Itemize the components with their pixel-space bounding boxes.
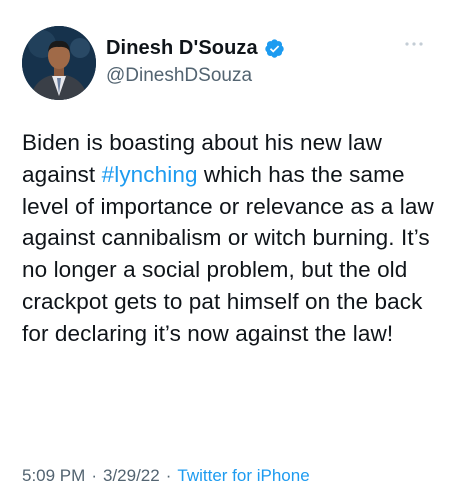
- tweet-header: Dinesh D'Souza @DineshDSouza: [22, 26, 437, 100]
- author-info[interactable]: Dinesh D'Souza @DineshDSouza: [106, 34, 285, 87]
- meta-separator: ·: [165, 466, 172, 485]
- author-name[interactable]: Dinesh D'Souza: [106, 37, 258, 60]
- tweet-time[interactable]: 5:09 PM: [22, 466, 85, 485]
- tweet-card: Dinesh D'Souza @DineshDSouza Biden is bo…: [0, 0, 453, 500]
- meta-separator: ·: [91, 466, 97, 485]
- author-handle[interactable]: @DineshDSouza: [106, 65, 285, 87]
- tweet-text: Biden is boasting about his new law agai…: [22, 127, 442, 350]
- author-name-row: Dinesh D'Souza: [106, 34, 285, 62]
- hashtag-link[interactable]: #lynching: [102, 162, 198, 187]
- tweet-meta: 5:09 PM · 3/29/22 · Twitter for iPhone: [22, 466, 310, 486]
- verified-badge-icon: [264, 38, 285, 59]
- more-options-icon[interactable]: [401, 36, 427, 52]
- tweet-date[interactable]: 3/29/22: [103, 466, 160, 485]
- avatar[interactable]: [22, 26, 96, 100]
- tweet-source-link[interactable]: Twitter for iPhone: [177, 466, 309, 485]
- tweet-text-end: which has the same level of importance o…: [22, 161, 434, 346]
